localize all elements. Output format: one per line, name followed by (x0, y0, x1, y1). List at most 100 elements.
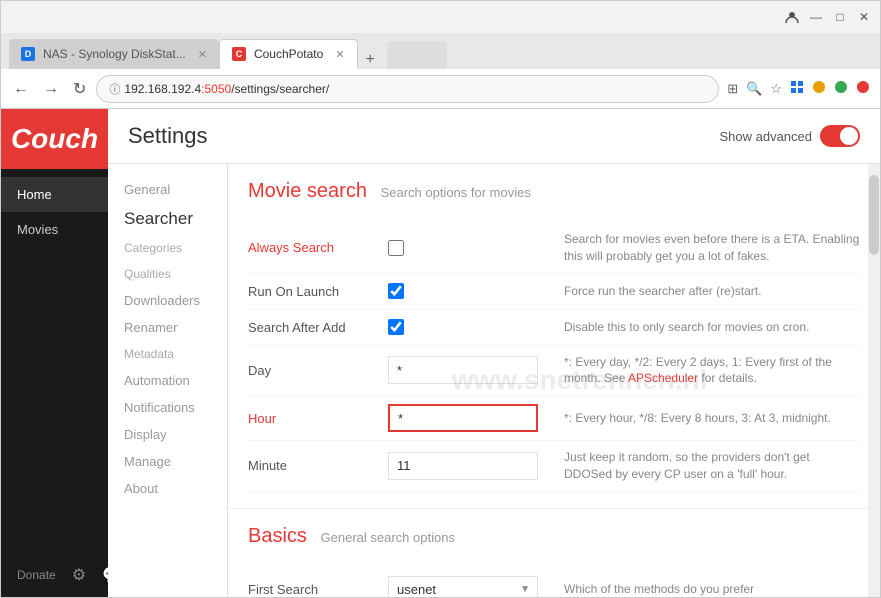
nas-favicon: D (21, 47, 35, 61)
sub-sidebar-notifications[interactable]: Notifications (108, 394, 227, 421)
logo-text: Couch (11, 123, 98, 155)
main-content: Settings Show advanced General Searcher (108, 109, 880, 597)
cp-favicon: C (232, 47, 246, 61)
day-control (388, 356, 548, 384)
sub-sidebar-renamer[interactable]: Renamer (108, 314, 227, 341)
extension3-button[interactable] (832, 78, 850, 99)
first-search-select[interactable]: usenet torrent (388, 576, 538, 597)
hour-input[interactable] (388, 404, 538, 432)
run-on-launch-label: Run On Launch (248, 284, 388, 299)
run-on-launch-desc: Force run the searcher after (re)start. (564, 283, 860, 300)
show-advanced-label: Show advanced (719, 129, 812, 144)
minimize-button[interactable]: — (808, 9, 824, 25)
tab-nas[interactable]: D NAS - Synology DiskStat... ✕ (9, 39, 219, 69)
toggle-knob (840, 127, 858, 145)
url-text: 192.168.192.4:5050/settings/searcher/ (124, 82, 706, 96)
scrollbar-thumb[interactable] (869, 175, 879, 255)
window-controls: — □ ✕ (784, 9, 872, 25)
day-row: Day *: Every day, */2: Every 2 days, 1: … (248, 346, 860, 397)
lock-icon: ⓘ (109, 81, 120, 97)
hour-control (388, 404, 548, 432)
basics-header: Basics General search options (248, 525, 860, 556)
profile-button[interactable] (784, 9, 800, 25)
sidebar-logo: Couch (1, 109, 108, 169)
scrollbar-track[interactable] (868, 164, 880, 597)
hour-desc: *: Every hour, */8: Every 8 hours, 3: At… (564, 410, 860, 427)
day-label: Day (248, 363, 388, 378)
basics-title: Basics (248, 525, 307, 547)
run-on-launch-control (388, 283, 548, 299)
tab-bar: D NAS - Synology DiskStat... ✕ C CouchPo… (1, 33, 880, 69)
sub-sidebar-manage[interactable]: Manage (108, 448, 227, 475)
sidebar-item-movies[interactable]: Movies (1, 212, 108, 247)
search-after-add-row: Search After Add Disable this to only se… (248, 310, 860, 346)
url-bar[interactable]: ⓘ 192.168.192.4:5050/settings/searcher/ (96, 75, 719, 103)
star-button[interactable]: ☆ (768, 78, 784, 99)
movie-search-section: Movie search Search options for movies A… (228, 164, 880, 509)
donate-label: Donate (17, 568, 56, 582)
sub-sidebar-automation[interactable]: Automation (108, 367, 227, 394)
sidebar-home-label: Home (17, 187, 52, 202)
page-title: Settings (128, 123, 208, 149)
settings-panel: www.snetrennen.nl Movie search Search op… (228, 164, 880, 597)
minute-label: Minute (248, 458, 388, 473)
extension2-button[interactable] (810, 78, 828, 99)
app-container: Couch Home Movies Donate ⚙ 💬 🔍 Settings (1, 109, 880, 597)
show-advanced-container: Show advanced (719, 125, 860, 147)
run-on-launch-checkbox[interactable] (388, 283, 404, 299)
tab-cp-label: CouchPotato (254, 47, 323, 61)
first-search-label: First Search (248, 582, 388, 597)
advanced-toggle[interactable] (820, 125, 860, 147)
sub-sidebar-searcher[interactable]: Searcher (108, 203, 227, 235)
forward-button[interactable]: → (39, 76, 63, 102)
address-bar: ← → ↻ ⓘ 192.168.192.4:5050/settings/sear… (1, 69, 880, 109)
sub-sidebar: General Searcher Categories Qualities Do… (108, 164, 228, 597)
back-button[interactable]: ← (9, 76, 33, 102)
always-search-row: Always Search Search for movies even bef… (248, 223, 860, 274)
day-input[interactable] (388, 356, 538, 384)
minute-row: Minute Just keep it random, so the provi… (248, 441, 860, 492)
sub-sidebar-qualities[interactable]: Qualities (108, 261, 227, 287)
refresh-button[interactable]: ↻ (69, 75, 90, 103)
tab-cp-close[interactable]: ✕ (335, 48, 344, 61)
minute-control (388, 452, 548, 480)
extension4-button[interactable] (854, 78, 872, 99)
close-button[interactable]: ✕ (856, 9, 872, 25)
always-search-label: Always Search (248, 240, 388, 255)
sub-sidebar-metadata[interactable]: Metadata (108, 341, 227, 367)
sub-sidebar-display[interactable]: Display (108, 421, 227, 448)
search-after-add-checkbox[interactable] (388, 319, 404, 335)
search-after-add-desc: Disable this to only search for movies o… (564, 319, 860, 336)
hour-label: Hour (248, 411, 388, 426)
search-button[interactable]: 🔍 (744, 78, 764, 99)
main-header: Settings Show advanced (108, 109, 880, 164)
sub-sidebar-categories[interactable]: Categories (108, 235, 227, 261)
sub-sidebar-downloaders[interactable]: Downloaders (108, 287, 227, 314)
always-search-desc: Search for movies even before there is a… (564, 231, 860, 265)
search-after-add-label: Search After Add (248, 320, 388, 335)
minute-desc: Just keep it random, so the providers do… (564, 449, 860, 483)
new-tab-button[interactable]: + (358, 51, 383, 69)
sidebar: Couch Home Movies Donate ⚙ 💬 🔍 (1, 109, 108, 597)
bookmark-qr-button[interactable]: ⊞ (725, 78, 740, 99)
basics-subtitle: General search options (321, 530, 455, 545)
run-on-launch-row: Run On Launch Force run the searcher aft… (248, 274, 860, 310)
always-search-checkbox[interactable] (388, 240, 404, 256)
sidebar-movies-label: Movies (17, 222, 58, 237)
sub-sidebar-general[interactable]: General (108, 176, 227, 203)
first-search-control: usenet torrent ▼ (388, 576, 548, 597)
settings-icon[interactable]: ⚙ (72, 565, 86, 585)
tab-couchpotato[interactable]: C CouchPotato ✕ (219, 39, 358, 69)
sidebar-nav: Home Movies (1, 169, 108, 553)
first-search-select-wrapper: usenet torrent ▼ (388, 576, 538, 597)
tab-nas-close[interactable]: ✕ (198, 48, 207, 61)
movie-search-title: Movie search (248, 180, 367, 202)
minute-input[interactable] (388, 452, 538, 480)
sub-sidebar-about[interactable]: About (108, 475, 227, 502)
search-after-add-control (388, 319, 548, 335)
maximize-button[interactable]: □ (832, 9, 848, 25)
apscheduler-link[interactable]: APScheduler (628, 371, 698, 385)
sidebar-item-home[interactable]: Home (1, 177, 108, 212)
extension1-button[interactable] (788, 78, 806, 99)
movie-search-subtitle: Search options for movies (381, 185, 531, 200)
